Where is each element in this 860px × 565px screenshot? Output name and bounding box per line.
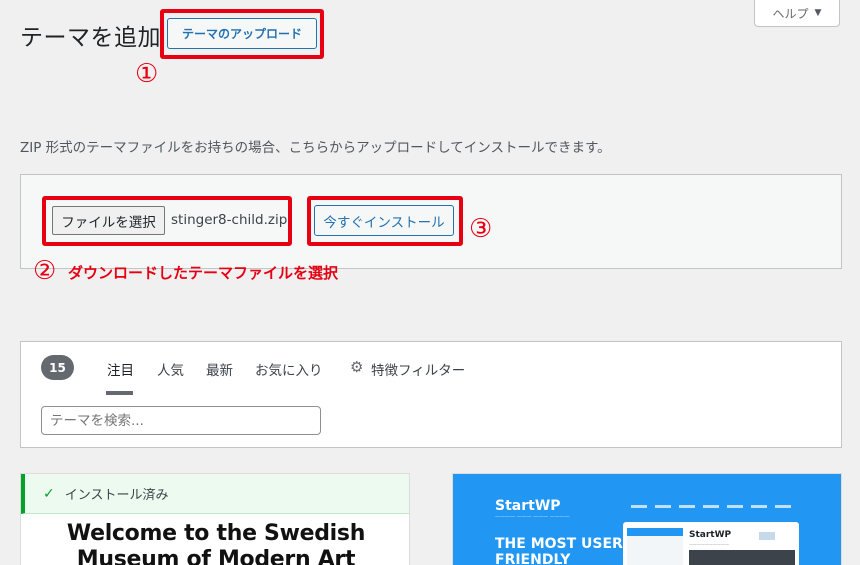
checkmark-icon: ✓	[43, 485, 55, 502]
tab-feature-filter[interactable]: 特徴フィルター	[371, 359, 465, 379]
tab-favorites[interactable]: お気に入り	[255, 359, 323, 379]
mockup-title: StartWP	[689, 530, 732, 540]
theme-preview-headline-2: THE MOST USER FRIENDLY	[495, 536, 623, 565]
theme-search-input[interactable]	[41, 406, 321, 435]
mockup-image	[689, 550, 795, 565]
active-tab-indicator	[106, 391, 133, 395]
help-tab[interactable]: ヘルプ ▼	[754, 0, 840, 27]
theme-card-installed[interactable]: ✓ インストール済み Welcome to the Swedish Museum…	[20, 473, 410, 565]
theme-logo: StartWP	[495, 498, 561, 514]
selected-file-name: stinger8-child.zip	[171, 212, 288, 228]
gear-icon: ⚙	[350, 358, 364, 376]
annotation-step2-text: ダウンロードしたテーマファイルを選択	[68, 264, 339, 282]
annotation-step1: ①	[135, 59, 159, 89]
theme-nav-placeholder	[631, 505, 791, 508]
choose-file-button[interactable]: ファイルを選択	[52, 206, 165, 235]
upload-theme-button[interactable]: テーマのアップロード	[167, 18, 317, 49]
annotation-step2: ②	[33, 256, 57, 286]
installed-notice: ✓ インストール済み	[21, 474, 409, 514]
chevron-down-icon: ▼	[814, 8, 822, 18]
upload-description: ZIP 形式のテーマファイルをお持ちの場合、こちらからアップロードしてインストー…	[20, 140, 611, 156]
page-title: テーマを追加	[20, 25, 161, 51]
annotation-step3: ③	[469, 214, 493, 244]
theme-card-startwp[interactable]: StartWP ———— ——— ——— ———— THE MOST USER …	[452, 473, 842, 565]
tab-popular[interactable]: 人気	[157, 359, 184, 379]
theme-preview-mockup: StartWP ——————————	[623, 522, 799, 565]
tab-featured[interactable]: 注目	[107, 359, 134, 379]
theme-tagline-placeholder: ———— ——— ——— ————	[495, 514, 570, 520]
install-now-button[interactable]: 今すぐインストール	[314, 205, 454, 236]
installed-label: インストール済み	[64, 488, 169, 503]
tab-latest[interactable]: 最新	[206, 359, 233, 379]
help-label: ヘルプ	[772, 6, 809, 21]
theme-preview-headline: Welcome to the Swedish Museum of Modern …	[66, 521, 366, 565]
theme-count-badge: 15	[41, 355, 74, 380]
